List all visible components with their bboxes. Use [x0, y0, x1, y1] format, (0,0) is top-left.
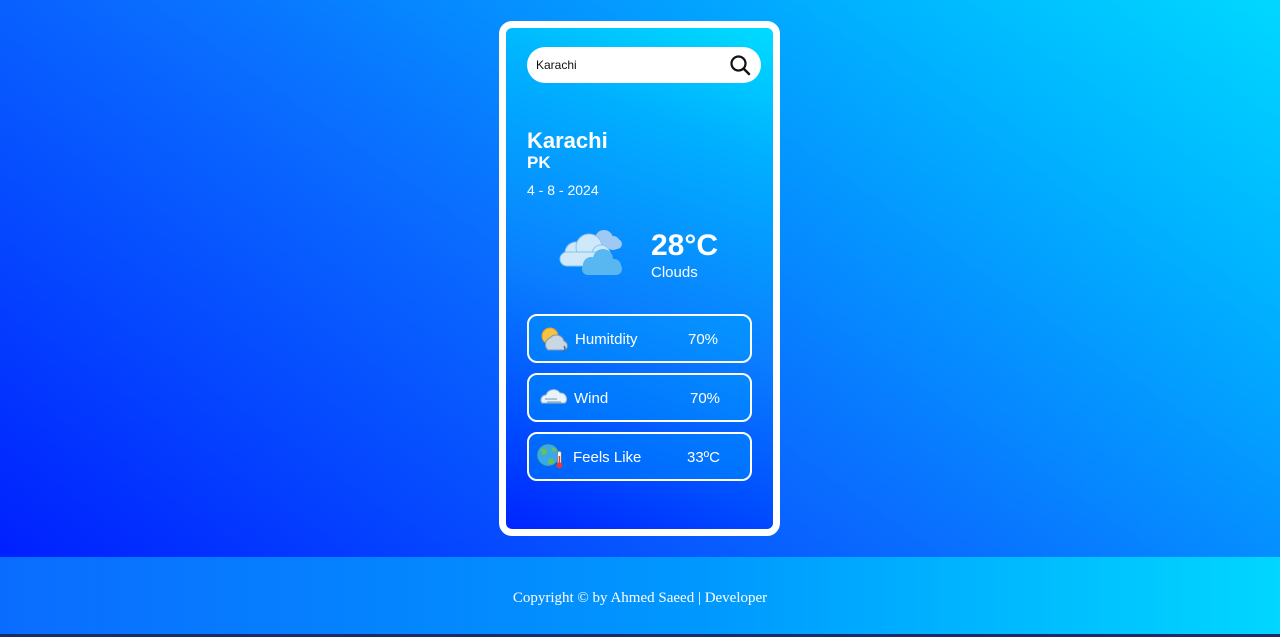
wind-value: 70% — [690, 390, 721, 407]
current-date: 4 - 8 - 2024 — [527, 182, 599, 198]
feels-like-stat: Feels Like 33ºC — [527, 432, 752, 481]
weather-card: Karachi PK 4 - 8 - 2024 28°C Clouds Hum — [499, 21, 780, 536]
humidity-label: Humitdity — [575, 331, 638, 348]
footer: Copyright © by Ahmed Saeed | Developer — [0, 557, 1280, 637]
wind-cloud-icon — [540, 389, 567, 404]
globe-thermometer-icon — [536, 443, 563, 469]
clouds-icon — [559, 230, 622, 275]
search-bar — [527, 47, 761, 83]
wind-label: Wind — [574, 390, 609, 407]
humidity-sun-cloud-icon — [541, 327, 568, 353]
feels-like-label: Feels Like — [573, 449, 642, 466]
search-icon[interactable] — [729, 54, 751, 76]
weather-condition: Clouds — [651, 264, 698, 281]
humidity-stat: Humitdity 70% — [527, 314, 752, 363]
feels-like-value: 33ºC — [687, 449, 720, 466]
city-name: Karachi — [527, 128, 608, 153]
humidity-value: 70% — [688, 331, 719, 348]
country-code: PK — [527, 153, 551, 172]
search-input[interactable] — [536, 56, 716, 74]
temperature: 28°C — [651, 229, 719, 262]
wind-stat: Wind 70% — [527, 373, 752, 422]
copyright-text: Copyright © by Ahmed Saeed | Developer — [512, 589, 768, 606]
